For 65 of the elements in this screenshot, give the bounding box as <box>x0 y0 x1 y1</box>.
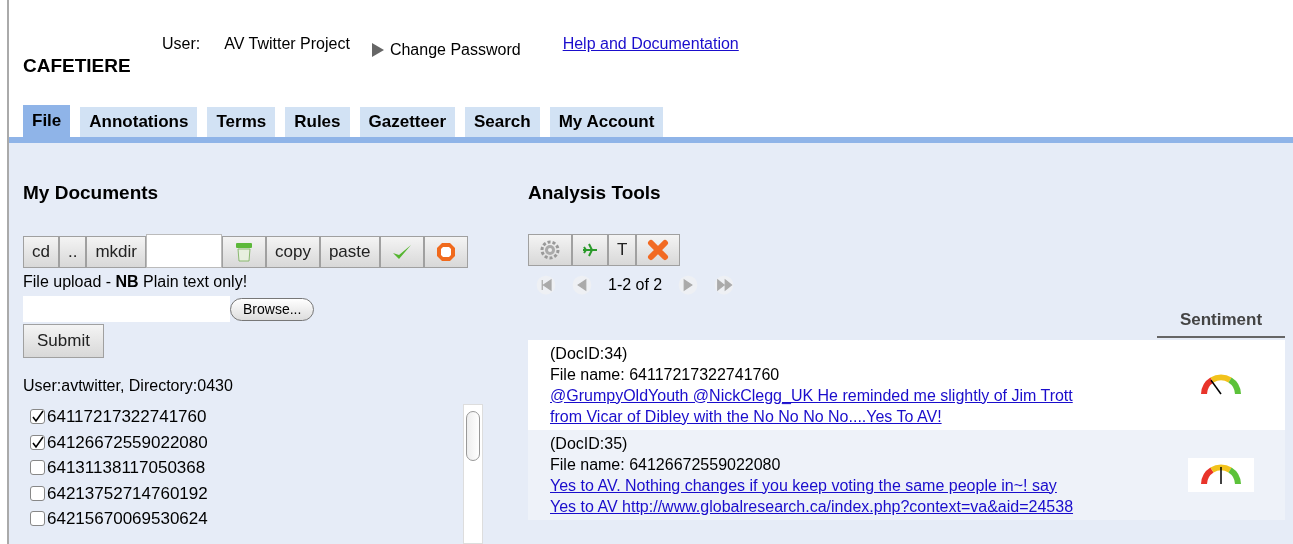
checkbox[interactable] <box>30 409 45 425</box>
tweet-link[interactable]: @GrumpyOldYouth @NickClegg_UK He reminded me slightly of Jim Trott <box>550 384 1157 406</box>
file-name: File name: 64117217322741760 <box>550 364 781 385</box>
checkbox[interactable] <box>30 460 45 476</box>
triangle-icon <box>371 43 384 57</box>
doc-id: (DocID:34) <box>550 343 629 364</box>
app-title: CAFETIERE <box>23 54 132 78</box>
plane-button[interactable] <box>572 234 608 266</box>
delete-icon <box>647 239 670 261</box>
tab[interactable]: File <box>23 104 71 137</box>
file-path-field[interactable] <box>23 296 230 322</box>
recycle-bin-icon <box>235 242 253 262</box>
scrollbar[interactable] <box>463 404 483 544</box>
directory-label: User:avtwitter, Directory:0430 <box>23 376 234 396</box>
doc-id: (DocID:35) <box>550 433 629 454</box>
checkbox[interactable] <box>30 485 45 501</box>
file-item[interactable]: 64126672559022080 <box>30 429 463 455</box>
toolbar-button[interactable]: mkdir <box>86 236 146 268</box>
plane-icon <box>583 243 597 257</box>
tab[interactable]: Gazetteer <box>359 106 455 137</box>
file-name: File name: 64126672559022080 <box>550 454 782 475</box>
check-icon <box>391 243 412 261</box>
last-page-icon[interactable] <box>714 275 735 295</box>
checkbox[interactable] <box>30 511 45 527</box>
column-header: Sentiment <box>1157 307 1285 338</box>
tab[interactable]: Terms <box>207 106 276 137</box>
prev-page-icon[interactable] <box>572 275 592 295</box>
tab[interactable]: My Account <box>549 106 664 137</box>
upload-note: File upload - NB Plain text only! <box>23 272 249 292</box>
settings-icon <box>540 240 560 260</box>
help-link[interactable]: Help and Documentation <box>562 32 739 56</box>
change-password-link[interactable]: Change Password <box>371 38 521 62</box>
file-item[interactable]: 64213752714760192 <box>30 480 463 506</box>
check-button[interactable] <box>379 236 424 268</box>
section-title: My Documents <box>23 180 160 205</box>
sentiment-gauge <box>1188 457 1254 492</box>
tweet-link[interactable]: from Vicar of Dibley with the No No No No....Yes To AV! <box>550 405 1157 427</box>
settings-button[interactable] <box>528 234 572 266</box>
toolbar-button[interactable]: cd <box>23 236 59 268</box>
tab[interactable]: Search <box>465 106 540 137</box>
folder-name-field[interactable] <box>146 234 222 268</box>
tweet-link[interactable]: Yes to AV. Nothing changes if you keep voting the same people in~! say <box>550 474 1157 496</box>
tweet-link[interactable]: Yes to AV http://www.globalresearch.ca/index.php?context=va&aid=24538 <box>550 495 1157 517</box>
checkbox[interactable] <box>30 434 45 450</box>
toolbar-button[interactable]: paste <box>319 236 380 268</box>
page-count: 1-2 of 2 <box>608 275 663 295</box>
tab[interactable]: Annotations <box>80 106 198 137</box>
toolbar-button[interactable]: T <box>608 234 637 266</box>
submit-button[interactable]: Submit <box>23 324 104 358</box>
stop-button[interactable] <box>423 236 468 268</box>
file-item[interactable]: 64117217322741760 <box>30 404 463 430</box>
first-page-icon[interactable] <box>536 275 556 295</box>
delete-button[interactable] <box>636 234 681 266</box>
tab[interactable]: Rules <box>285 106 350 137</box>
user-name: AV Twitter Project <box>224 34 350 54</box>
stop-icon <box>435 242 456 262</box>
recycle-bin-button[interactable] <box>222 236 266 268</box>
toolbar-button[interactable]: copy <box>266 236 320 268</box>
section-title: Analysis Tools <box>528 180 662 205</box>
file-item[interactable]: 64215670069530624 <box>30 506 463 532</box>
toolbar-button[interactable]: .. <box>58 236 87 268</box>
file-item[interactable]: 64131138117050368 <box>30 455 463 481</box>
next-page-icon[interactable] <box>678 275 699 295</box>
browse-button[interactable]: Browse... <box>230 297 315 321</box>
user-label: User: <box>162 34 201 54</box>
